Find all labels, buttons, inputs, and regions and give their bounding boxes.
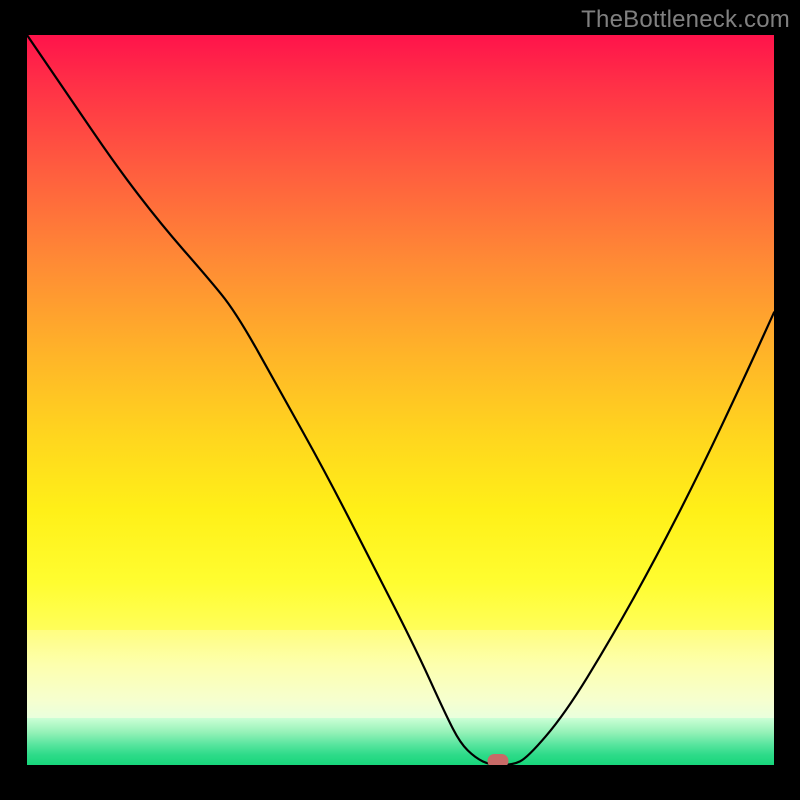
chart-stage: TheBottleneck.com: [0, 0, 800, 800]
plot-area: [27, 35, 774, 765]
watermark-text: TheBottleneck.com: [581, 6, 790, 34]
bottleneck-curve: [27, 35, 774, 765]
optimal-point-marker: [487, 754, 508, 765]
